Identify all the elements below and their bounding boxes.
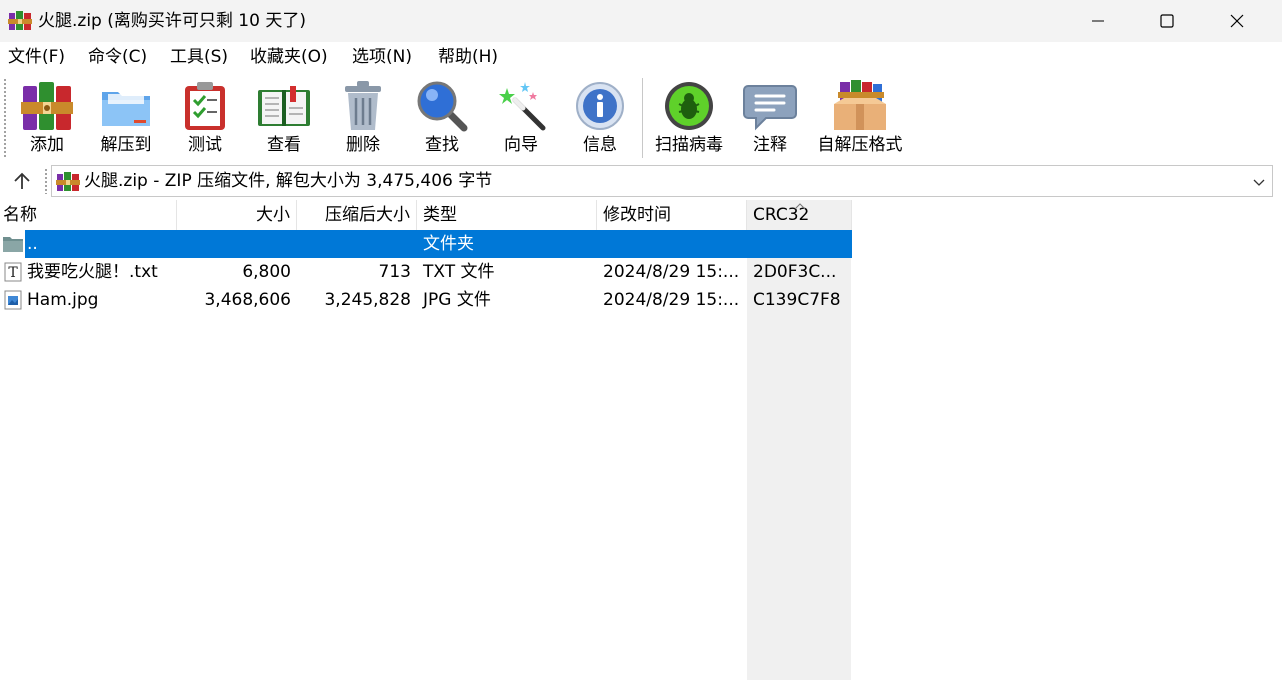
row-packed: 3,245,828 — [324, 290, 411, 310]
row-modified — [597, 230, 747, 258]
comment-button[interactable]: 注释 — [732, 72, 808, 164]
magic-wand-icon — [499, 82, 546, 131]
table-row[interactable]: Ham.jpg 3,468,606 3,245,828 JPG 文件 2024/… — [0, 286, 852, 314]
column-header-packed[interactable]: 压缩后大小 — [297, 200, 417, 230]
row-modified: 2024/8/29 15:... — [603, 262, 740, 282]
chevron-down-icon[interactable] — [1252, 175, 1266, 189]
folder-icon — [3, 237, 23, 252]
column-header-row: 名称 大小 压缩后大小 类型 修改时间 CRC32 — [0, 200, 852, 230]
archive-icon — [56, 172, 80, 191]
column-header-modified[interactable]: 修改时间 — [597, 200, 747, 230]
title-bar: 火腿.zip (离购买许可只剩 10 天了) — [0, 0, 1282, 42]
row-crc — [747, 230, 852, 258]
row-name: Ham.jpg — [27, 290, 99, 310]
row-crc: 2D0F3C... — [753, 262, 837, 282]
info-button[interactable]: 信息 — [562, 72, 638, 164]
self-extracting-box-icon — [834, 80, 886, 130]
row-name: 我要吃火腿！.txt — [27, 262, 158, 282]
file-list[interactable]: 名称 大小 压缩后大小 类型 修改时间 CRC32 .. 文件夹 T 我要吃火腿… — [0, 200, 1282, 680]
row-size: 6,800 — [242, 262, 291, 282]
toolbar: 添加 解压到 测试 查看 删除 查找 向导 信息 扫描病毒 注释 自解压格式 — [0, 72, 1282, 164]
magnifier-icon — [417, 81, 468, 132]
address-text: 火腿.zip - ZIP 压缩文件, 解包大小为 3,475,406 字节 — [84, 171, 493, 191]
column-header-type[interactable]: 类型 — [417, 200, 597, 230]
bug-scan-icon — [665, 82, 713, 130]
row-type: JPG 文件 — [423, 290, 491, 310]
maximize-icon — [1160, 14, 1174, 28]
row-packed: 713 — [378, 262, 411, 282]
close-button[interactable] — [1203, 0, 1271, 42]
address-row: 火腿.zip - ZIP 压缩文件, 解包大小为 3,475,406 字节 — [0, 164, 1282, 198]
column-header-size[interactable]: 大小 — [177, 200, 297, 230]
row-size: 3,468,606 — [204, 290, 291, 310]
address-combobox[interactable]: 火腿.zip - ZIP 压缩文件, 解包大小为 3,475,406 字节 — [51, 165, 1273, 197]
open-book-icon — [258, 86, 310, 126]
trash-can-icon — [345, 81, 381, 130]
menu-commands[interactable]: 命令(C) — [88, 46, 147, 68]
menu-help[interactable]: 帮助(H) — [438, 46, 498, 68]
text-file-icon: T — [4, 262, 22, 282]
menu-tools[interactable]: 工具(S) — [170, 46, 228, 68]
window-title: 火腿.zip (离购买许可只剩 10 天了) — [38, 11, 306, 31]
image-file-icon — [4, 290, 22, 310]
folder-extract-icon — [102, 92, 150, 126]
svg-text:T: T — [8, 265, 18, 281]
sfx-button[interactable]: 自解压格式 — [818, 72, 903, 164]
row-size — [177, 230, 297, 258]
sfx-label: 自解压格式 — [817, 135, 903, 155]
sort-ascending-icon — [794, 203, 806, 210]
row-type: 文件夹 — [417, 230, 597, 258]
winrar-app-icon — [8, 11, 32, 30]
maximize-button[interactable] — [1133, 0, 1201, 42]
minimize-icon — [1092, 20, 1104, 22]
row-modified: 2024/8/29 15:... — [603, 290, 740, 310]
address-grip[interactable] — [44, 168, 48, 194]
add-archive-icon — [21, 82, 73, 130]
menu-file[interactable]: 文件(F) — [8, 46, 65, 68]
menu-bar: 文件(F) 命令(C) 工具(S) 收藏夹(O) 选项(N) 帮助(H) — [0, 42, 1282, 72]
table-row[interactable]: T 我要吃火腿！.txt 6,800 713 TXT 文件 2024/8/29 … — [0, 258, 852, 286]
close-icon — [1230, 14, 1244, 28]
table-row-parent[interactable]: .. 文件夹 — [0, 230, 852, 258]
row-crc: C139C7F8 — [753, 290, 841, 310]
up-arrow-icon[interactable] — [10, 170, 34, 192]
column-header-name[interactable]: 名称 — [0, 200, 177, 230]
row-packed — [297, 230, 417, 258]
clipboard-check-icon — [185, 82, 225, 130]
speech-bubble-icon — [743, 85, 797, 131]
row-type: TXT 文件 — [423, 262, 495, 282]
menu-options[interactable]: 选项(N) — [352, 46, 412, 68]
minimize-button[interactable] — [1064, 0, 1132, 42]
menu-favorites[interactable]: 收藏夹(O) — [250, 46, 328, 68]
row-name: .. — [25, 230, 177, 258]
info-icon — [576, 82, 624, 130]
